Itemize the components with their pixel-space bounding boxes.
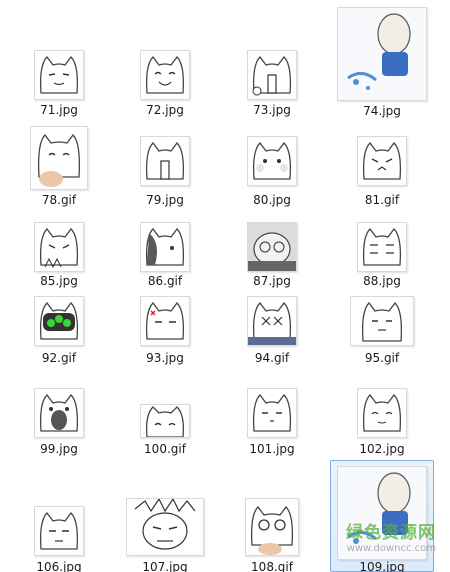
file-name: 102.jpg bbox=[359, 442, 405, 456]
thumbnail-107 bbox=[126, 498, 204, 556]
cat-face-icon bbox=[362, 228, 402, 266]
cartoon-man-image bbox=[338, 467, 426, 559]
cat-face-icon bbox=[145, 406, 185, 437]
cat-face-icon bbox=[252, 56, 292, 96]
cat-face-icon bbox=[362, 142, 402, 180]
thumbnail-108 bbox=[245, 498, 299, 556]
thumbnail-85 bbox=[34, 222, 84, 272]
file-item-92[interactable]: 92.gif bbox=[11, 290, 107, 370]
file-name: 101.jpg bbox=[249, 442, 295, 456]
cat-face-icon bbox=[250, 506, 294, 555]
thumbnail-92 bbox=[34, 296, 84, 346]
file-name: 73.jpg bbox=[253, 103, 291, 117]
thumbnail-80 bbox=[247, 136, 297, 186]
cat-face-icon bbox=[145, 142, 185, 180]
file-name: 74.jpg bbox=[363, 104, 401, 118]
thumbnail-101 bbox=[247, 388, 297, 438]
file-name: 93.jpg bbox=[146, 351, 184, 365]
cat-face-icon bbox=[248, 302, 296, 345]
cartoon-man-image bbox=[338, 8, 426, 100]
cat-face-icon bbox=[252, 394, 292, 432]
file-name: 87.jpg bbox=[253, 274, 291, 288]
thumbnail-87 bbox=[247, 222, 297, 272]
thumbnail-106 bbox=[34, 506, 84, 556]
thumbnail-79 bbox=[140, 136, 190, 186]
cat-face-icon bbox=[39, 394, 79, 432]
file-item-85[interactable]: 85.jpg bbox=[11, 208, 107, 290]
file-item-79[interactable]: 79.jpg bbox=[117, 122, 213, 207]
cat-face-icon bbox=[361, 302, 403, 342]
file-name: 79.jpg bbox=[146, 193, 184, 207]
thumbnail-81 bbox=[357, 136, 407, 186]
file-name: 86.gif bbox=[147, 274, 183, 288]
file-item-108[interactable]: 108.gif bbox=[224, 496, 320, 572]
file-item-87[interactable]: 87.jpg bbox=[224, 208, 320, 290]
thumbnail-95 bbox=[350, 296, 414, 346]
thumbnail-99 bbox=[34, 388, 84, 438]
file-name: 100.gif bbox=[144, 442, 186, 456]
thumbnail-72 bbox=[140, 50, 190, 100]
cat-face-icon bbox=[39, 56, 79, 94]
file-item-78[interactable]: 78.gif bbox=[11, 122, 107, 207]
file-name: 109.jpg bbox=[359, 560, 405, 572]
thumbnail-71 bbox=[34, 50, 84, 100]
cat-face-icon bbox=[362, 394, 402, 432]
file-item-100[interactable]: 100.gif bbox=[117, 380, 213, 460]
thumbnail-73 bbox=[247, 50, 297, 100]
file-item-80[interactable]: 80.jpg bbox=[224, 122, 320, 207]
thumbnail-93 bbox=[140, 296, 190, 346]
file-item-95[interactable]: 95.gif bbox=[334, 290, 430, 370]
file-name: 72.jpg bbox=[146, 103, 184, 117]
sketch-face-image bbox=[134, 499, 196, 550]
file-item-94[interactable]: 94.gif bbox=[224, 290, 320, 370]
file-name: 95.gif bbox=[364, 351, 400, 365]
cat-face-icon bbox=[39, 512, 79, 550]
cat-face-icon bbox=[145, 302, 185, 340]
thumbnail-88 bbox=[357, 222, 407, 272]
file-item-88[interactable]: 88.jpg bbox=[334, 208, 430, 290]
file-name: 107.jpg bbox=[142, 560, 188, 572]
file-item-101[interactable]: 101.jpg bbox=[224, 380, 320, 460]
file-name: 71.jpg bbox=[40, 103, 78, 117]
thumbnail-100 bbox=[140, 404, 190, 438]
file-name: 80.jpg bbox=[253, 193, 291, 207]
file-item-93[interactable]: 93.jpg bbox=[117, 290, 213, 370]
cat-face-icon bbox=[39, 228, 79, 269]
file-item-86[interactable]: 86.gif bbox=[117, 208, 213, 290]
file-name: 92.gif bbox=[41, 351, 77, 365]
file-name: 88.jpg bbox=[363, 274, 401, 288]
file-item-81[interactable]: 81.gif bbox=[334, 122, 430, 207]
file-item-71[interactable]: 71.jpg bbox=[11, 44, 107, 122]
file-name: 99.jpg bbox=[40, 442, 78, 456]
file-name: 78.gif bbox=[41, 193, 77, 207]
thumbnail-109 bbox=[337, 466, 427, 560]
cat-face-icon bbox=[37, 134, 81, 187]
cat-face-icon bbox=[145, 56, 185, 94]
file-item-73[interactable]: 73.jpg bbox=[224, 44, 320, 122]
file-item-72[interactable]: 72.jpg bbox=[117, 44, 213, 122]
file-item-107[interactable]: 107.jpg bbox=[117, 496, 213, 572]
cat-face-icon bbox=[145, 228, 185, 266]
file-item-99[interactable]: 99.jpg bbox=[11, 380, 107, 460]
cat-face-icon bbox=[39, 302, 79, 340]
thumbnail-78 bbox=[30, 126, 88, 190]
file-name: 85.jpg bbox=[40, 274, 78, 288]
file-thumbnail-grid: 71.jpg 72.jpg 73.jpg 74.jpg 78.gif 79.jp… bbox=[0, 0, 450, 572]
thumbnail-102 bbox=[357, 388, 407, 438]
thumbnail-86 bbox=[140, 222, 190, 272]
thumbnail-94 bbox=[247, 296, 297, 346]
file-name: 108.gif bbox=[251, 560, 293, 572]
file-item-109-selected[interactable]: 109.jpg bbox=[330, 460, 434, 572]
thumbnail-74 bbox=[337, 7, 427, 101]
file-name: 106.jpg bbox=[36, 560, 82, 572]
file-name: 81.gif bbox=[364, 193, 400, 207]
file-name: 94.gif bbox=[254, 351, 290, 365]
cat-face-icon bbox=[252, 142, 292, 180]
file-item-74[interactable]: 74.jpg bbox=[334, 4, 430, 122]
file-item-106[interactable]: 106.jpg bbox=[11, 496, 107, 572]
cat-face-icon bbox=[248, 223, 296, 271]
file-item-102[interactable]: 102.jpg bbox=[334, 380, 430, 460]
